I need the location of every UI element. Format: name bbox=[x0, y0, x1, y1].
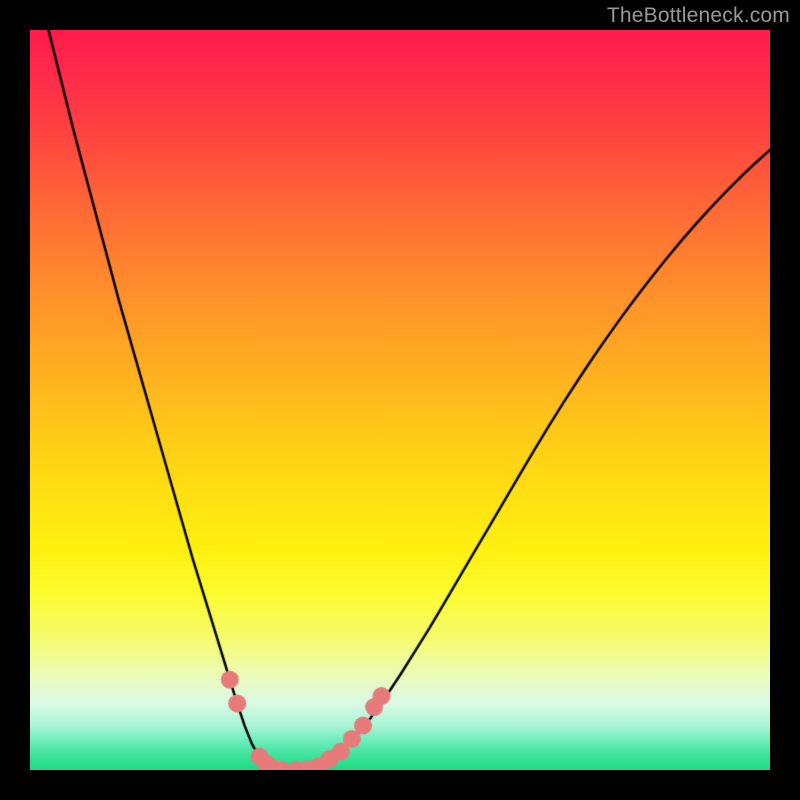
plot-area bbox=[30, 30, 770, 770]
chart-frame: TheBottleneck.com bbox=[0, 0, 800, 800]
curve-canvas bbox=[30, 30, 770, 770]
watermark-text: TheBottleneck.com bbox=[607, 4, 790, 28]
